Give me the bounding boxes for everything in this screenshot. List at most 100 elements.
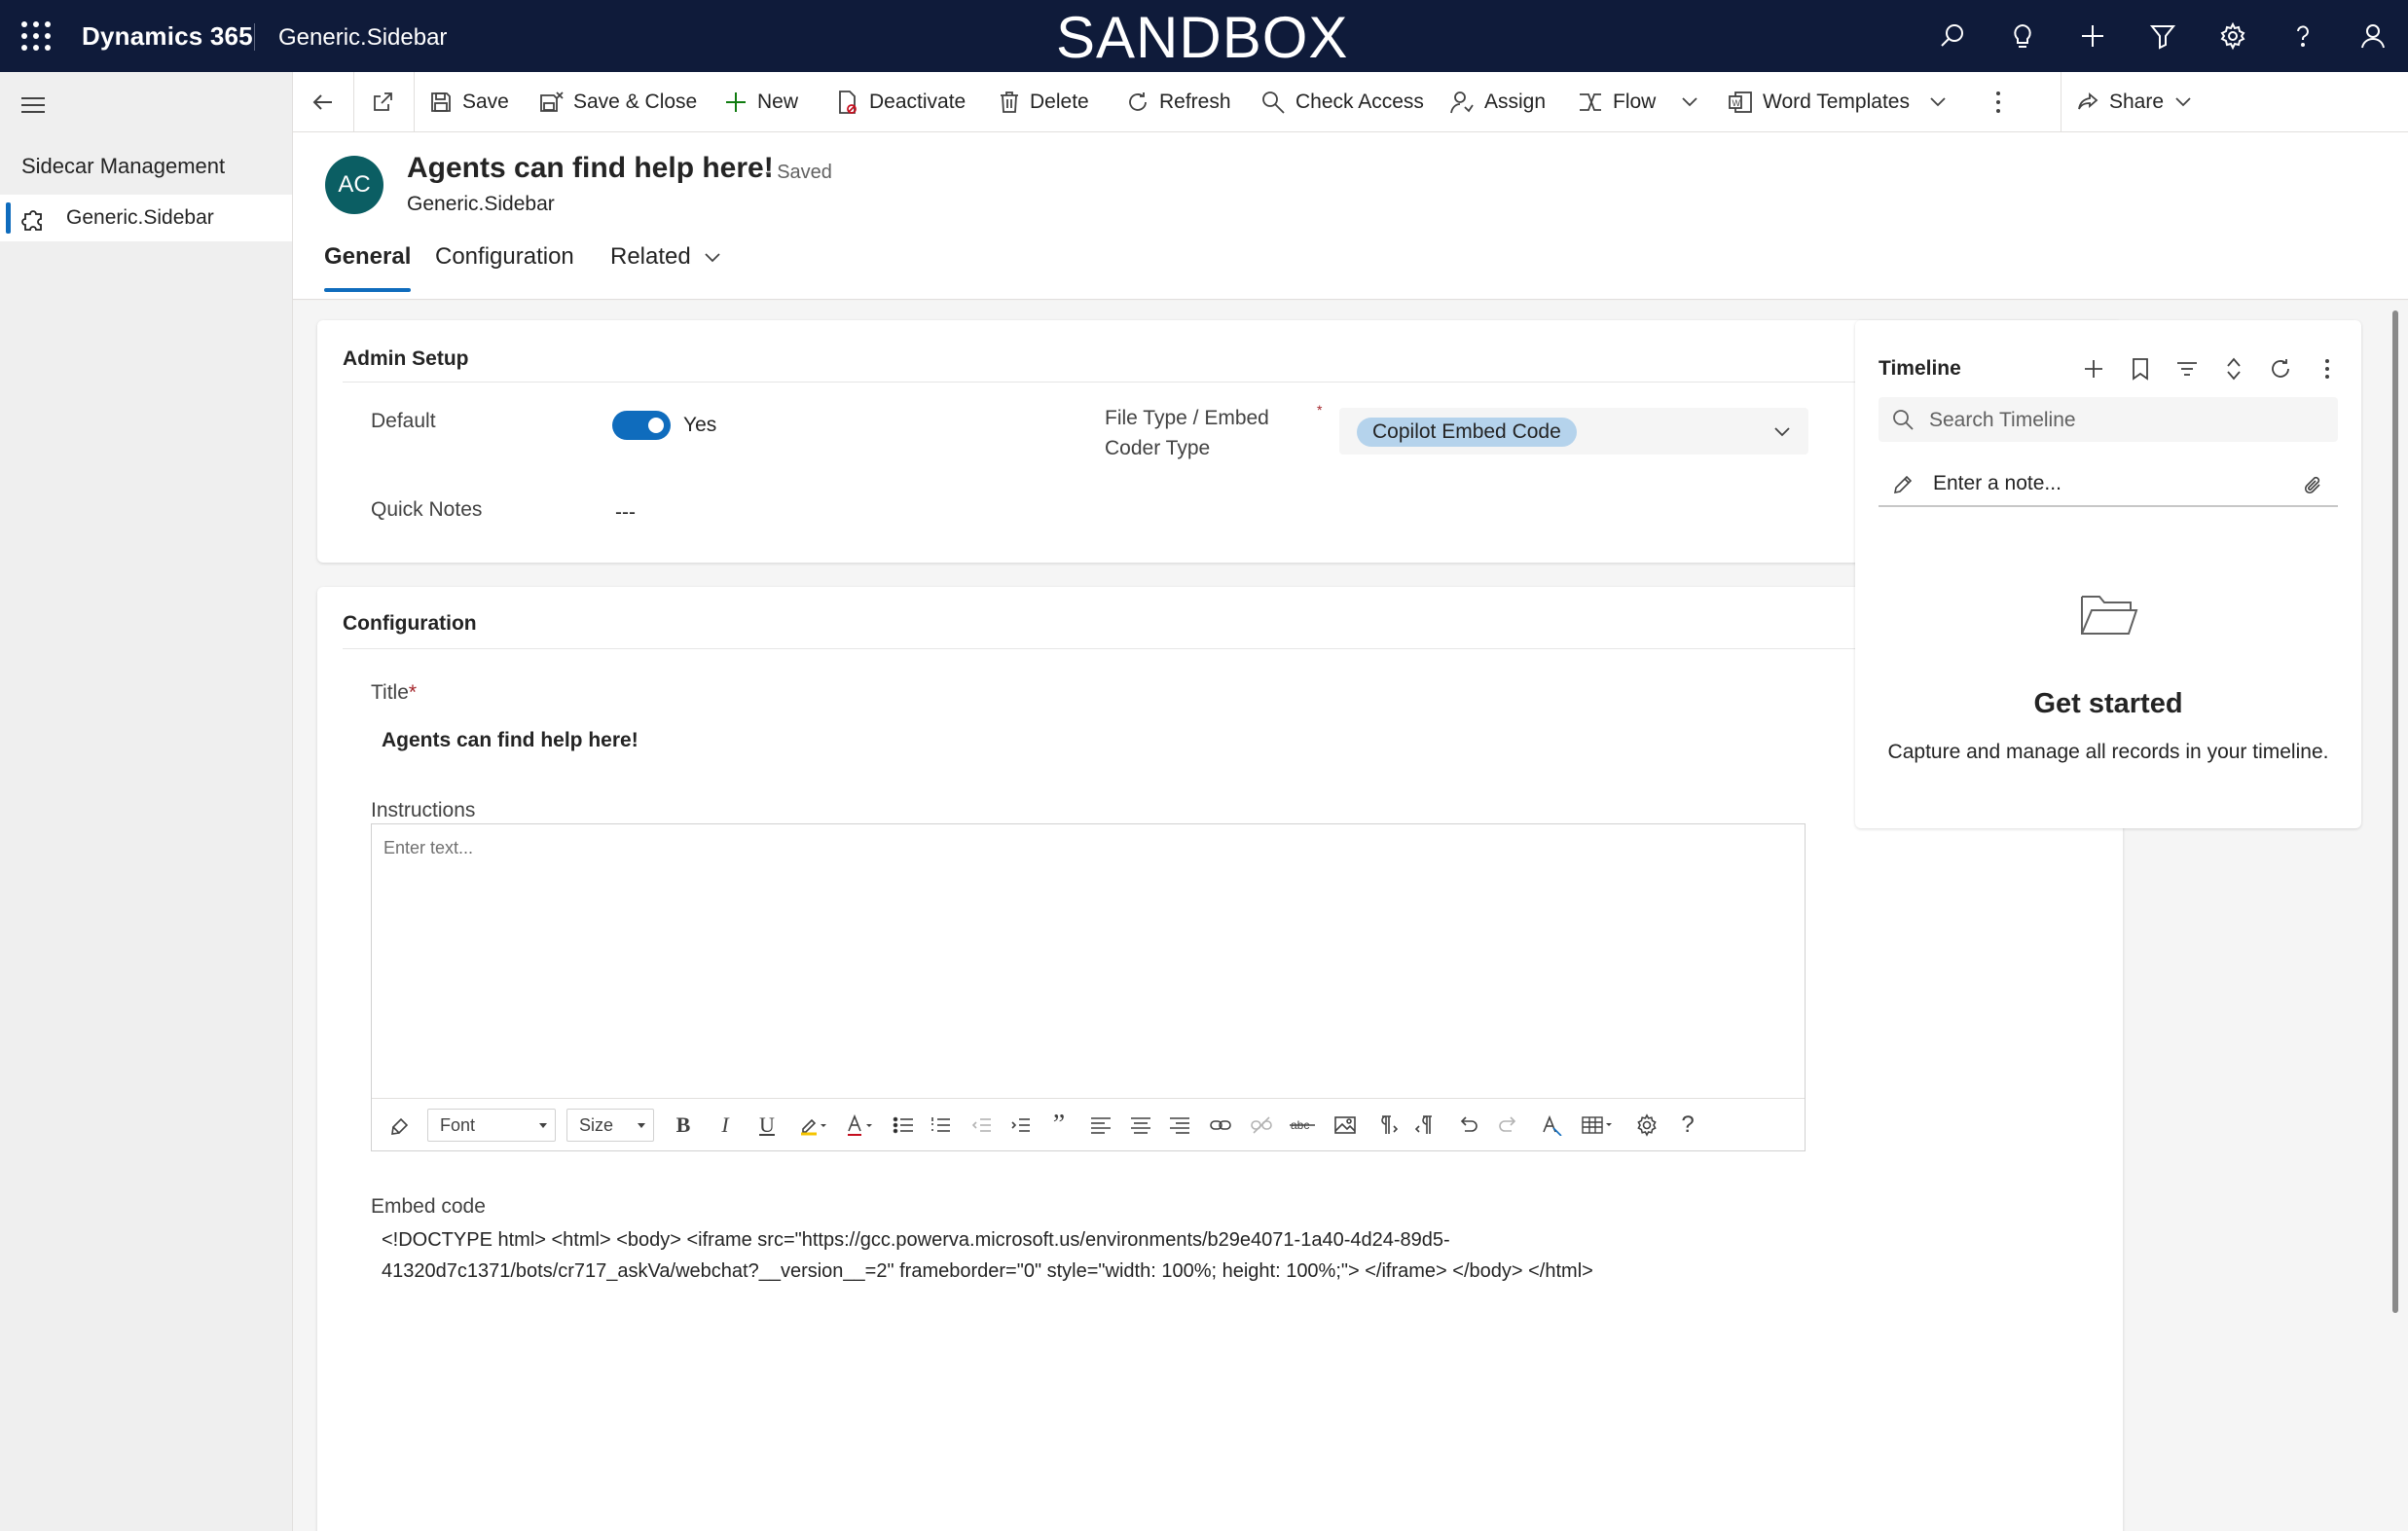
person-icon[interactable]	[2338, 0, 2408, 72]
share-button[interactable]: Share	[2076, 72, 2193, 132]
back-button[interactable]	[310, 72, 336, 132]
timeline-note-placeholder: Enter a note...	[1933, 472, 2061, 494]
save-button[interactable]: Save	[429, 72, 509, 132]
lightbulb-icon[interactable]	[1988, 0, 2058, 72]
instructions-label: Instructions	[371, 799, 476, 821]
expand-collapse-icon[interactable]	[2219, 354, 2248, 383]
align-left-icon[interactable]	[1081, 1099, 1120, 1151]
delete-label: Delete	[1030, 91, 1089, 113]
font-select[interactable]: Font	[427, 1109, 556, 1142]
gear-icon[interactable]	[2198, 0, 2268, 72]
record-header: AC Agents can find help here! - Saved Ge…	[293, 132, 2408, 300]
more-vertical-icon[interactable]	[2313, 354, 2342, 383]
timeline-search-input[interactable]: Search Timeline	[1879, 397, 2338, 442]
instructions-rich-text-editor[interactable]: Enter text... Font Size B I U ” abc ?	[371, 823, 1806, 1151]
save-close-label: Save & Close	[573, 91, 698, 113]
quick-notes-value[interactable]: ---	[615, 501, 636, 525]
embed-code-field[interactable]: <!DOCTYPE html> <html> <body> <iframe sr…	[382, 1224, 1812, 1287]
bullet-list-icon[interactable]	[884, 1099, 923, 1151]
strikethrough-icon[interactable]: abc	[1283, 1099, 1322, 1151]
open-new-window-button[interactable]	[371, 72, 394, 132]
refresh-icon[interactable]	[2266, 354, 2295, 383]
pencil-icon	[1893, 475, 1913, 494]
more-commands-button[interactable]	[1994, 72, 2002, 132]
increase-indent-icon[interactable]	[1001, 1099, 1040, 1151]
check-access-label: Check Access	[1295, 91, 1424, 113]
flow-button[interactable]: Flow	[1578, 72, 1656, 132]
rtl-direction-icon[interactable]	[1407, 1099, 1446, 1151]
sidebar-item-generic-sidebar[interactable]: Generic.Sidebar	[0, 195, 292, 241]
timeline-note-input[interactable]: Enter a note...	[1879, 464, 2338, 507]
admin-setup-section: Admin Setup Default Yes File Type / Embe…	[317, 320, 2123, 563]
puzzle-icon	[21, 206, 47, 232]
tab-general[interactable]: General	[324, 243, 412, 292]
vertical-scrollbar[interactable]	[2392, 310, 2398, 1313]
underline-icon[interactable]: U	[748, 1099, 786, 1151]
default-label: Default	[371, 410, 436, 432]
trash-icon	[1001, 91, 1018, 113]
size-select[interactable]: Size	[566, 1109, 654, 1142]
word-templates-dropdown[interactable]	[1928, 72, 1948, 132]
top-navigation-bar: Dynamics 365 Generic.Sidebar SANDBOX	[0, 0, 2408, 72]
chevron-down-icon	[1930, 97, 1946, 107]
decrease-indent-icon[interactable]	[962, 1099, 1001, 1151]
search-icon	[1893, 410, 1914, 430]
save-label: Save	[462, 91, 509, 113]
flow-icon	[1580, 93, 1601, 111]
plus-icon[interactable]	[2058, 0, 2128, 72]
delete-button[interactable]: Delete	[999, 72, 1089, 132]
section-divider	[343, 382, 2099, 383]
clear-formatting-icon[interactable]	[1532, 1099, 1571, 1151]
check-access-button[interactable]: Check Access	[1260, 72, 1424, 132]
hamburger-menu-icon[interactable]	[19, 95, 47, 115]
quick-notes-label: Quick Notes	[371, 498, 483, 521]
numbered-list-icon[interactable]	[921, 1099, 960, 1151]
redo-icon[interactable]	[1489, 1099, 1528, 1151]
filter-icon[interactable]	[2128, 0, 2198, 72]
flow-dropdown[interactable]	[1680, 72, 1699, 132]
app-name[interactable]: Dynamics 365	[82, 21, 253, 52]
new-button[interactable]: New	[724, 72, 798, 132]
assign-button[interactable]: Assign	[1449, 72, 1546, 132]
save-status: - Saved	[765, 162, 832, 183]
save-and-close-button[interactable]: Save & Close	[538, 72, 697, 132]
help-icon[interactable]	[2268, 0, 2338, 72]
link-icon[interactable]	[1201, 1099, 1240, 1151]
filter-list-icon[interactable]	[2172, 354, 2202, 383]
bookmark-icon[interactable]	[2126, 354, 2155, 383]
file-type-select[interactable]: Copilot Embed Code	[1339, 408, 1808, 455]
undo-icon[interactable]	[1448, 1099, 1487, 1151]
bold-icon[interactable]: B	[664, 1099, 703, 1151]
italic-icon[interactable]: I	[706, 1099, 745, 1151]
align-center-icon[interactable]	[1121, 1099, 1160, 1151]
editor-help-icon[interactable]: ?	[1668, 1099, 1707, 1151]
tab-related[interactable]: Related	[610, 243, 722, 290]
section-title: Admin Setup	[343, 347, 469, 370]
word-templates-button[interactable]: W Word Templates	[1728, 72, 1910, 132]
default-toggle[interactable]	[612, 411, 671, 440]
deactivate-button[interactable]: Deactivate	[836, 72, 966, 132]
chevron-down-icon	[705, 253, 720, 263]
deactivate-label: Deactivate	[869, 91, 967, 113]
tab-configuration[interactable]: Configuration	[435, 243, 574, 290]
add-activity-plus-icon[interactable]	[2079, 354, 2108, 383]
ltr-direction-icon[interactable]	[1367, 1099, 1405, 1151]
app-launcher-icon[interactable]	[21, 21, 51, 51]
refresh-button[interactable]: Refresh	[1126, 72, 1231, 132]
insert-image-icon[interactable]	[1326, 1099, 1365, 1151]
title-field[interactable]: Agents can find help here!	[382, 729, 638, 752]
insert-table-icon[interactable]	[1573, 1099, 1622, 1151]
unlink-icon[interactable]	[1242, 1099, 1281, 1151]
page-title: Agents can find help here!	[407, 152, 774, 184]
align-right-icon[interactable]	[1160, 1099, 1199, 1151]
form-body: Admin Setup Default Yes File Type / Embe…	[293, 301, 2408, 1531]
quote-icon[interactable]: ”	[1040, 1099, 1078, 1151]
format-painter-icon[interactable]	[382, 1099, 420, 1151]
font-color-icon[interactable]	[837, 1099, 882, 1151]
highlight-color-icon[interactable]	[790, 1099, 835, 1151]
search-icon[interactable]	[1917, 0, 1988, 72]
chevron-down-icon	[1682, 97, 1697, 107]
embed-code-line1: <!DOCTYPE html> <html> <body> <iframe sr…	[382, 1229, 1450, 1251]
settings-gear-icon[interactable]	[1627, 1099, 1666, 1151]
app-module-name[interactable]: Generic.Sidebar	[278, 24, 447, 52]
